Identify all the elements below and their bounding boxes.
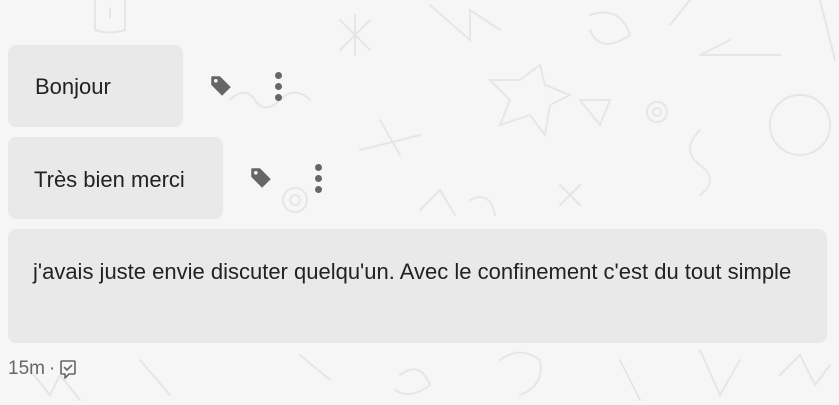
message-actions <box>247 158 330 198</box>
message-row: Très bien merci <box>8 137 330 219</box>
message-text: Très bien merci <box>34 167 185 192</box>
message-actions <box>207 66 290 106</box>
message-text: Bonjour <box>35 74 111 99</box>
tag-icon[interactable] <box>247 164 275 192</box>
more-vertical-icon[interactable] <box>266 66 290 106</box>
seen-icon <box>59 358 79 380</box>
more-vertical-icon[interactable] <box>306 158 330 198</box>
meta-separator: · <box>48 358 56 379</box>
message-bubble[interactable]: j'avais juste envie discuter quelqu'un. … <box>8 229 827 343</box>
message-time: 15m <box>8 358 45 379</box>
message-bubble[interactable]: Très bien merci <box>8 137 223 219</box>
message-text: j'avais juste envie discuter quelqu'un. … <box>33 259 792 284</box>
message-bubble[interactable]: Bonjour <box>8 45 183 127</box>
message-thread: Bonjour Très bien merci j'avais juste en… <box>0 0 839 405</box>
message-row: Bonjour <box>8 45 290 127</box>
tag-icon[interactable] <box>207 72 235 100</box>
message-meta: 15m · <box>8 358 79 380</box>
